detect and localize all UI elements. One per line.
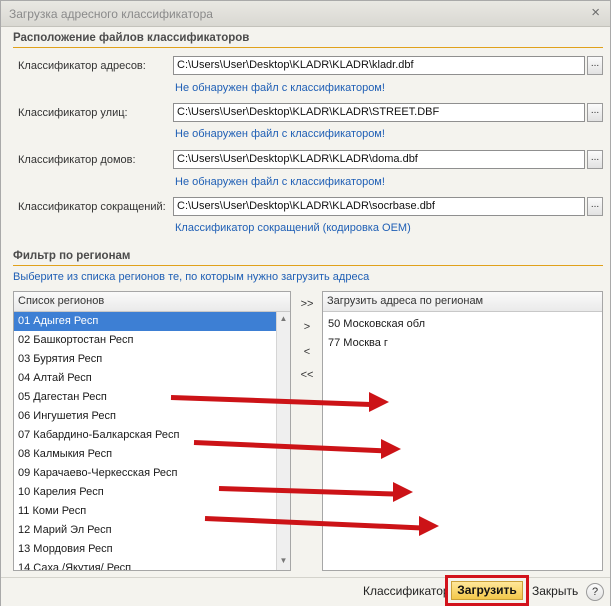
red-arrow-head-icon: [369, 392, 389, 412]
list-item[interactable]: 14 Саха /Якутия/ Респ: [14, 559, 290, 570]
house-classifier-label: Классификатор домов:: [18, 154, 136, 166]
address-classifier-label: Классификатор адресов:: [18, 60, 146, 72]
list-item[interactable]: 12 Марий Эл Респ: [14, 521, 290, 540]
regions-list-header: Список регионов: [14, 292, 290, 312]
selected-regions-list[interactable]: Загрузить адреса по регионам 50 Московск…: [322, 291, 603, 571]
title-bar: Загрузка адресного классификатора ×: [1, 1, 610, 27]
street-classifier-path-input[interactable]: C:\Users\User\Desktop\KLADR\KLADR\STREET…: [173, 103, 585, 122]
window-title: Загрузка адресного классификатора: [9, 7, 213, 21]
add-all-button[interactable]: >>: [297, 298, 317, 314]
load-button[interactable]: Загрузить: [451, 581, 523, 600]
add-button[interactable]: >: [297, 321, 317, 337]
street-classifier-label: Классификатор улиц:: [18, 107, 128, 119]
list-item[interactable]: 08 Калмыкия Респ: [14, 445, 290, 464]
address-browse-button[interactable]: ...: [587, 56, 603, 75]
section-divider: [13, 265, 603, 266]
selected-regions-header: Загрузить адреса по регионам: [323, 292, 602, 312]
list-item[interactable]: 09 Карачаево-Черкесская Респ: [14, 464, 290, 483]
list-item[interactable]: 02 Башкортостан Респ: [14, 331, 290, 350]
address-classifier-hint-link[interactable]: Не обнаружен файл с классификатором!: [175, 82, 385, 94]
address-classifier-path-input[interactable]: C:\Users\User\Desktop\KLADR\KLADR\kladr.…: [173, 56, 585, 75]
list-item[interactable]: 04 Алтай Респ: [14, 369, 290, 388]
abbrev-browse-button[interactable]: ...: [587, 197, 603, 216]
close-button[interactable]: Закрыть: [532, 584, 578, 598]
red-arrow-head-icon: [419, 516, 439, 536]
list-item[interactable]: 01 Адыгея Респ: [14, 312, 290, 331]
list-item[interactable]: 77 Москва г: [323, 333, 602, 352]
classifier-button[interactable]: Классификатор: [363, 584, 450, 598]
filter-instruction: Выберите из списка регионов те, по котор…: [13, 271, 370, 283]
red-arrow-head-icon: [393, 482, 413, 502]
regions-scrollbar[interactable]: ▲ ▼: [276, 312, 290, 570]
abbrev-classifier-path-input[interactable]: C:\Users\User\Desktop\KLADR\KLADR\socrba…: [173, 197, 585, 216]
house-classifier-path-input[interactable]: C:\Users\User\Desktop\KLADR\KLADR\doma.d…: [173, 150, 585, 169]
classifier-load-window: Загрузка адресного классификатора × Расп…: [0, 0, 611, 606]
abbrev-classifier-label: Классификатор сокращений:: [18, 201, 166, 213]
list-item[interactable]: 10 Карелия Респ: [14, 483, 290, 502]
remove-all-button[interactable]: <<: [297, 369, 317, 385]
scroll-up-icon[interactable]: ▲: [277, 312, 290, 326]
help-icon[interactable]: ?: [586, 583, 604, 601]
list-item[interactable]: 50 Московская обл: [323, 314, 602, 333]
files-section-title: Расположение файлов классификаторов: [13, 32, 250, 44]
list-item[interactable]: 03 Бурятия Респ: [14, 350, 290, 369]
load-button-highlight: Загрузить: [445, 575, 529, 606]
red-arrow-head-icon: [381, 439, 401, 459]
list-item[interactable]: 06 Ингушетия Респ: [14, 407, 290, 426]
section-divider: [13, 47, 603, 48]
house-browse-button[interactable]: ...: [587, 150, 603, 169]
close-icon[interactable]: ×: [591, 4, 600, 21]
regions-list[interactable]: Список регионов 01 Адыгея Респ 02 Башкор…: [13, 291, 291, 571]
scroll-down-icon[interactable]: ▼: [277, 554, 290, 568]
filter-section-title: Фильтр по регионам: [13, 250, 131, 262]
remove-button[interactable]: <: [297, 346, 317, 362]
abbrev-classifier-hint-link[interactable]: Классификатор сокращений (кодировка OEM): [175, 222, 411, 234]
street-classifier-hint-link[interactable]: Не обнаружен файл с классификатором!: [175, 128, 385, 140]
house-classifier-hint-link[interactable]: Не обнаружен файл с классификатором!: [175, 176, 385, 188]
street-browse-button[interactable]: ...: [587, 103, 603, 122]
list-item[interactable]: 13 Мордовия Респ: [14, 540, 290, 559]
